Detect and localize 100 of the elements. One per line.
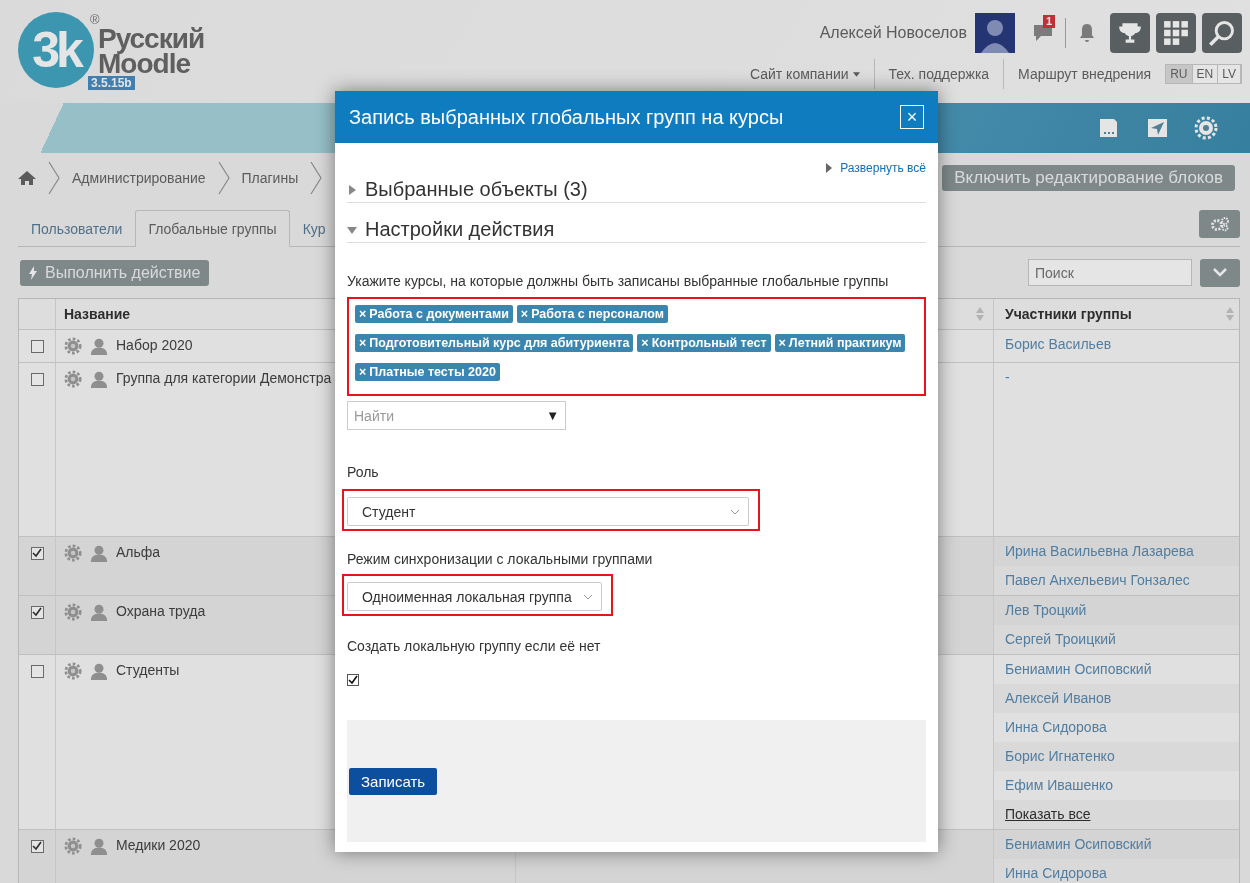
settings-icon[interactable]	[1194, 116, 1218, 140]
trophy-icon	[1117, 20, 1143, 46]
home-icon[interactable]	[18, 170, 36, 186]
member-link[interactable]: Ефим Ивашенко	[994, 771, 1239, 800]
courses-field[interactable]: × Работа с документами × Работа с персоналом × Подготовительный курс для абитуриента × Контрольный тест × Летний практикум × Платные тесты 2020	[347, 297, 926, 396]
gear-icon[interactable]	[64, 337, 82, 355]
avatar-icon[interactable]	[975, 13, 1015, 53]
course-tag[interactable]: × Подготовительный курс для абитуриента	[355, 334, 634, 352]
field-label: Укажите курсы, на которые должны быть записаны выбранные глобальные группы	[347, 273, 890, 289]
expand-arrow-icon	[826, 163, 833, 173]
row-checkbox[interactable]	[30, 340, 44, 353]
language-button[interactable]: LV	[1218, 65, 1241, 83]
member-link[interactable]: Инна Сидорова	[994, 859, 1239, 883]
course-tag[interactable]: × Контрольный тест	[637, 334, 771, 352]
column-header[interactable]: Название	[64, 306, 131, 322]
send-icon[interactable]	[1148, 119, 1167, 137]
member-link[interactable]: Бениамин Осиповский	[994, 655, 1239, 684]
course-tag[interactable]: × Работа с персоналом	[516, 305, 668, 323]
search-icon	[1208, 19, 1236, 47]
show-all-link[interactable]: Показать все	[994, 800, 1239, 829]
caret-icon[interactable]	[852, 71, 860, 77]
gear-icon[interactable]	[64, 544, 82, 562]
member-link[interactable]: Борис Васильев	[994, 330, 1239, 359]
sync-mode-select[interactable]: Одноименная локальная группа	[347, 582, 602, 611]
chevron-icon	[310, 161, 323, 195]
grid-button[interactable]	[1156, 13, 1196, 53]
row-checkbox[interactable]	[30, 665, 44, 678]
close-button[interactable]: ×	[900, 105, 924, 129]
person-icon[interactable]	[90, 544, 108, 562]
nav-link[interactable]: Маршрут внедрения	[1004, 66, 1166, 82]
registered-mark: ®	[90, 12, 100, 27]
course-tag[interactable]: × Работа с документами	[355, 305, 513, 323]
gears-icon	[1209, 216, 1230, 232]
gear-icon[interactable]	[64, 370, 82, 388]
expand-arrow-icon[interactable]	[347, 184, 357, 195]
gear-icon[interactable]	[64, 662, 82, 680]
gears-button[interactable]	[1199, 210, 1240, 238]
column-header[interactable]: Участники группы	[1005, 306, 1132, 322]
row-checkbox[interactable]	[30, 547, 44, 560]
trophy-button[interactable]	[1110, 13, 1150, 53]
edit-blocks-button[interactable]: Включить редактирование блоков	[942, 165, 1235, 191]
nav-link[interactable]: Тех. поддержка	[874, 66, 1004, 82]
group-name: Группа для категории Демонстра	[116, 370, 332, 386]
nav-link[interactable]: Сайт компании	[735, 66, 874, 82]
row-checkbox[interactable]	[30, 373, 44, 386]
row-checkbox[interactable]	[30, 840, 44, 853]
chevron-icon	[217, 161, 230, 195]
member-link[interactable]: Сергей Троицкий	[994, 625, 1239, 654]
breadcrumb-link[interactable]: Плагины	[241, 170, 299, 186]
tab[interactable]: Кур	[289, 210, 339, 247]
member-link[interactable]: Павел Анхельевич Гонзалес	[994, 566, 1239, 595]
tab[interactable]: Пользователи	[18, 210, 136, 247]
role-select[interactable]: Студент	[347, 497, 749, 526]
expand-all-link[interactable]: Развернуть всё	[840, 161, 926, 175]
field-label: Режим синхронизации с локальными группами	[347, 551, 654, 567]
search-button[interactable]	[1202, 13, 1242, 53]
member-link[interactable]: Алексей Иванов	[994, 684, 1239, 713]
row-checkbox[interactable]	[30, 606, 44, 619]
language-button[interactable]: RU	[1166, 65, 1193, 83]
section-heading[interactable]: Настройки действия	[365, 218, 555, 241]
chevron-icon	[48, 161, 60, 195]
course-tag[interactable]: × Платные тесты 2020	[355, 363, 500, 381]
gear-icon[interactable]	[64, 603, 82, 621]
course-tag[interactable]: × Летний практикум	[774, 334, 906, 352]
message-count-badge: 1	[1043, 15, 1056, 28]
save-icon[interactable]	[1100, 119, 1117, 137]
member-link[interactable]: Борис Игнатенко	[994, 742, 1239, 771]
action-button[interactable]: Выполнить действие	[20, 259, 210, 286]
dialog-title: Запись выбранных глобальных групп на курсы	[349, 105, 784, 129]
field-label: Создать локальную группу если её нет	[347, 638, 602, 654]
member-link[interactable]: Бениамин Осиповский	[994, 830, 1239, 859]
person-icon[interactable]	[90, 837, 108, 855]
user-name[interactable]: Алексей Новоселов	[819, 24, 967, 42]
section-heading[interactable]: Выбранные объекты (3)	[365, 178, 588, 201]
dropdown-button[interactable]	[1200, 258, 1240, 287]
submit-button[interactable]: Записать	[349, 767, 438, 795]
member-link[interactable]: Инна Сидорова	[994, 713, 1239, 742]
create-group-checkbox[interactable]	[347, 674, 359, 686]
collapse-arrow-icon[interactable]	[347, 224, 357, 235]
group-name: Студенты	[116, 662, 180, 678]
person-icon[interactable]	[90, 603, 108, 621]
lightning-icon	[29, 265, 37, 280]
member-link[interactable]: Лев Троцкий	[994, 596, 1239, 625]
person-icon[interactable]	[90, 370, 108, 388]
person-icon[interactable]	[90, 337, 108, 355]
grid-icon	[1163, 20, 1189, 46]
group-name: Охрана труда	[116, 603, 206, 619]
tab[interactable]: Глобальные группы	[135, 210, 290, 247]
group-name: Медики 2020	[116, 837, 201, 853]
find-select[interactable]: Найти ▼	[347, 401, 566, 430]
chevron-down-icon	[583, 593, 593, 600]
bell-icon[interactable]	[1078, 23, 1096, 43]
group-name: Альфа	[116, 544, 161, 560]
member-link[interactable]: -	[994, 363, 1239, 392]
gear-icon[interactable]	[64, 837, 82, 855]
language-button[interactable]: EN	[1192, 65, 1219, 83]
person-icon[interactable]	[90, 662, 108, 680]
search-field[interactable]: Поиск	[1028, 259, 1192, 286]
member-link[interactable]: Ирина Васильевна Лазарева	[994, 537, 1239, 566]
breadcrumb-link[interactable]: Администрирование	[72, 170, 206, 186]
